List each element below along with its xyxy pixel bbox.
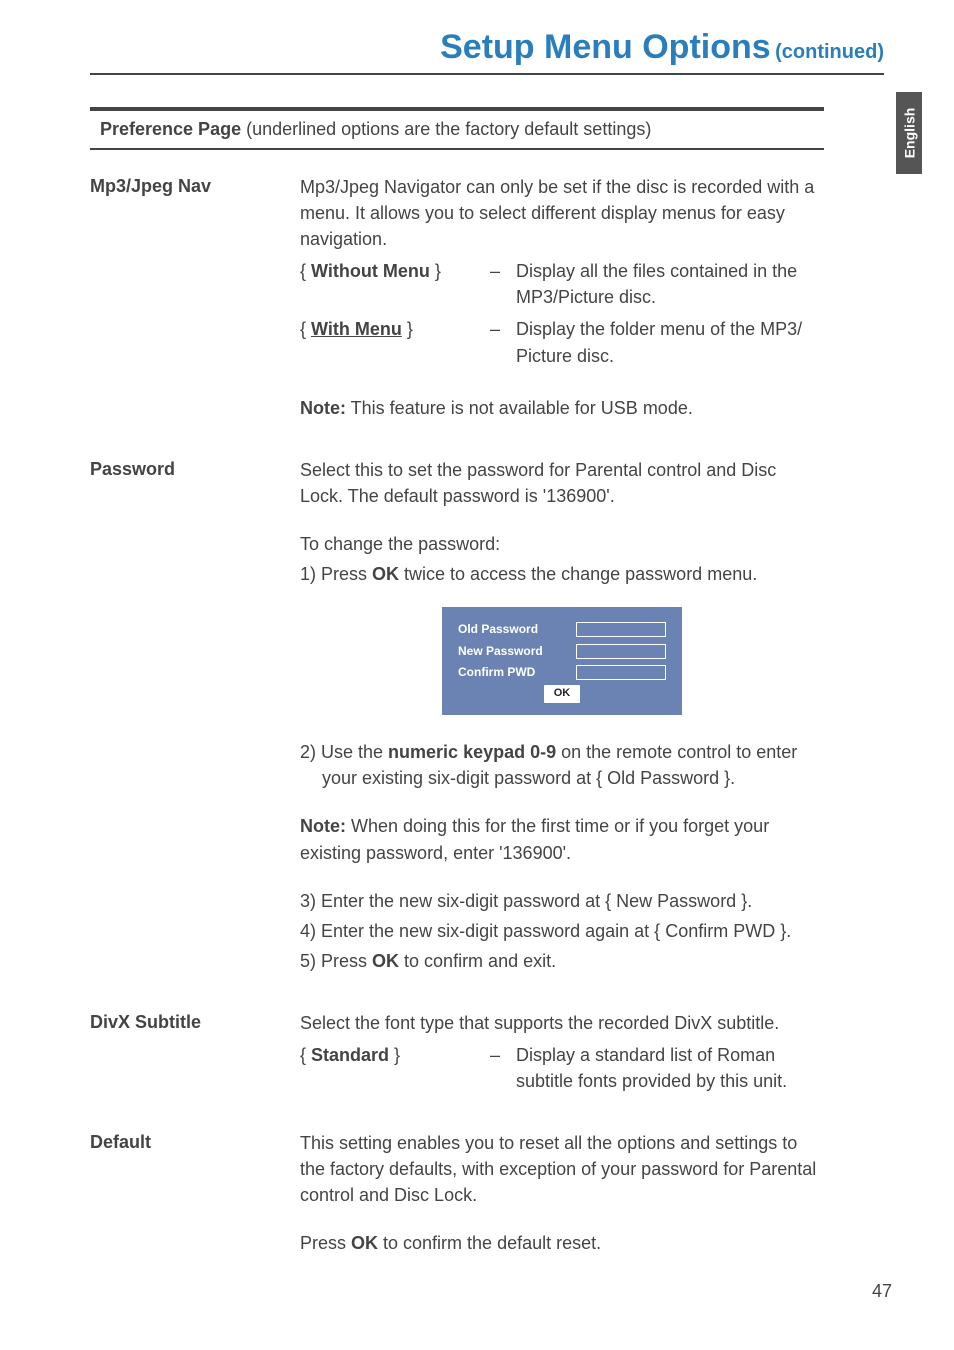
dialog-field-old[interactable] [576, 622, 666, 637]
password-intro: Select this to set the password for Pare… [300, 457, 824, 509]
section-heading-strong: Preference Page [100, 119, 241, 139]
mp3-note-label: Note: [300, 398, 346, 418]
title-main: Setup Menu Options [440, 28, 771, 66]
row-mp3: Mp3/Jpeg Nav Mp3/Jpeg Navigator can only… [90, 174, 824, 421]
row-mp3-label: Mp3/Jpeg Nav [90, 174, 300, 421]
language-tab-label: English [901, 108, 917, 159]
divx-opt-standard-name: { Standard } [300, 1042, 490, 1094]
mp3-opt-with-name: { With Menu } [300, 316, 490, 368]
row-divx-body: Select the font type that supports the r… [300, 1010, 824, 1094]
row-password-body: Select this to set the password for Pare… [300, 457, 824, 974]
password-note-label: Note: [300, 816, 346, 836]
dialog-field-confirm[interactable] [576, 665, 666, 680]
dialog-row-new: New Password [458, 643, 666, 660]
mp3-opt-with: { With Menu } – Display the folder menu … [300, 316, 824, 368]
page-number: 47 [872, 1281, 892, 1302]
row-divx: DivX Subtitle Select the font type that … [90, 1010, 824, 1094]
row-divx-label: DivX Subtitle [90, 1010, 300, 1094]
dialog-row-confirm: Confirm PWD [458, 664, 666, 681]
password-change-label: To change the password: [300, 531, 824, 557]
row-default-body: This setting enables you to reset all th… [300, 1130, 824, 1256]
title-rule [90, 73, 884, 75]
divx-opt-standard: { Standard } – Display a standard list o… [300, 1042, 824, 1094]
mp3-opt-without-desc: Display all the files contained in the M… [516, 258, 824, 310]
divx-intro: Select the font type that supports the r… [300, 1010, 824, 1036]
password-step5: 5) Press OK to confirm and exit. [300, 948, 824, 974]
row-mp3-intro: Mp3/Jpeg Navigator can only be set if th… [300, 174, 824, 252]
password-step4: 4) Enter the new six-digit password agai… [300, 918, 824, 944]
divx-opt-standard-desc: Display a standard list of Roman subtitl… [516, 1042, 824, 1094]
language-tab: English [896, 92, 922, 174]
password-dialog: Old Password New Password Confirm PWD [442, 607, 682, 715]
dialog-ok-button[interactable]: OK [544, 685, 581, 703]
default-press: Press OK to confirm the default reset. [300, 1230, 824, 1256]
row-default: Default This setting enables you to rese… [90, 1130, 824, 1256]
mp3-note: Note: This feature is not available for … [300, 395, 824, 421]
mp3-note-text: This feature is not available for USB mo… [346, 398, 693, 418]
dialog-label-new: New Password [458, 643, 576, 660]
dialog-label-old: Old Password [458, 621, 576, 638]
mp3-opt-without-name: { Without Menu } [300, 258, 490, 310]
password-step1: 1) Press OK twice to access the change p… [300, 561, 824, 587]
section-heading: Preference Page (underlined options are … [90, 107, 824, 150]
page-title: Setup Menu Options (continued) [90, 28, 904, 67]
dialog-row-old: Old Password [458, 621, 666, 638]
password-step3: 3) Enter the new six-digit password at {… [300, 888, 824, 914]
row-password-label: Password [90, 457, 300, 974]
dialog-field-new[interactable] [576, 644, 666, 659]
mp3-opt-with-desc: Display the folder menu of the MP3/ Pict… [516, 316, 824, 368]
password-step2: 2) Use the numeric keypad 0-9 on the rem… [300, 739, 824, 791]
password-dialog-wrap: Old Password New Password Confirm PWD [300, 607, 824, 715]
title-sub: (continued) [775, 41, 884, 63]
password-note: Note: When doing this for the first time… [300, 813, 824, 865]
row-default-label: Default [90, 1130, 300, 1256]
dialog-ok-row: OK [458, 685, 666, 703]
dialog-label-confirm: Confirm PWD [458, 664, 576, 681]
default-intro: This setting enables you to reset all th… [300, 1130, 824, 1208]
mp3-opt-without: { Without Menu } – Display all the files… [300, 258, 824, 310]
section-heading-rest: (underlined options are the factory defa… [241, 119, 651, 139]
row-mp3-body: Mp3/Jpeg Navigator can only be set if th… [300, 174, 824, 421]
password-note-text: When doing this for the first time or if… [300, 816, 769, 862]
row-password: Password Select this to set the password… [90, 457, 824, 974]
